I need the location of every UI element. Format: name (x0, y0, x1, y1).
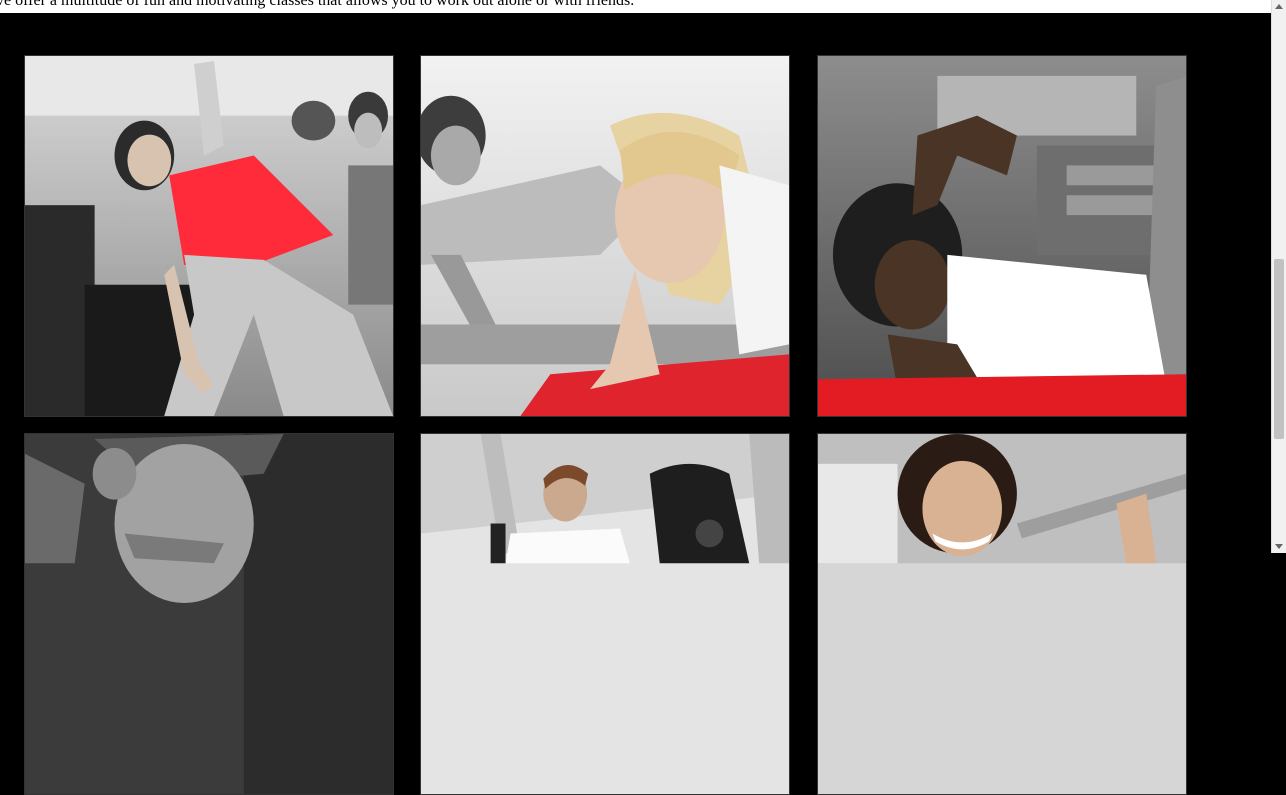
stretching-class-photo[interactable] (24, 55, 394, 417)
page-scrollbar[interactable] (1271, 0, 1286, 553)
woman-barbell-image (818, 434, 1186, 794)
class-gallery (0, 13, 1271, 795)
woman-barbell-photo[interactable] (817, 433, 1187, 795)
intro-bar: ve offer a multitude of fun and motivati… (0, 0, 1271, 13)
pushup-woman-photo[interactable] (420, 55, 790, 417)
situp-woman-image (818, 56, 1186, 416)
man-portrait-image (25, 434, 393, 794)
scroll-down-icon[interactable] (1272, 539, 1286, 553)
man-portrait-photo[interactable] (24, 433, 394, 795)
man-treadmill-image (421, 434, 789, 794)
stretching-class-image (25, 56, 393, 416)
man-treadmill-photo[interactable] (420, 433, 790, 795)
situp-woman-photo[interactable] (817, 55, 1187, 417)
pushup-woman-image (421, 56, 789, 416)
intro-text: ve offer a multitude of fun and motivati… (0, 0, 635, 9)
scrollbar-thumb[interactable] (1274, 259, 1284, 439)
scroll-up-icon[interactable] (1272, 0, 1286, 14)
